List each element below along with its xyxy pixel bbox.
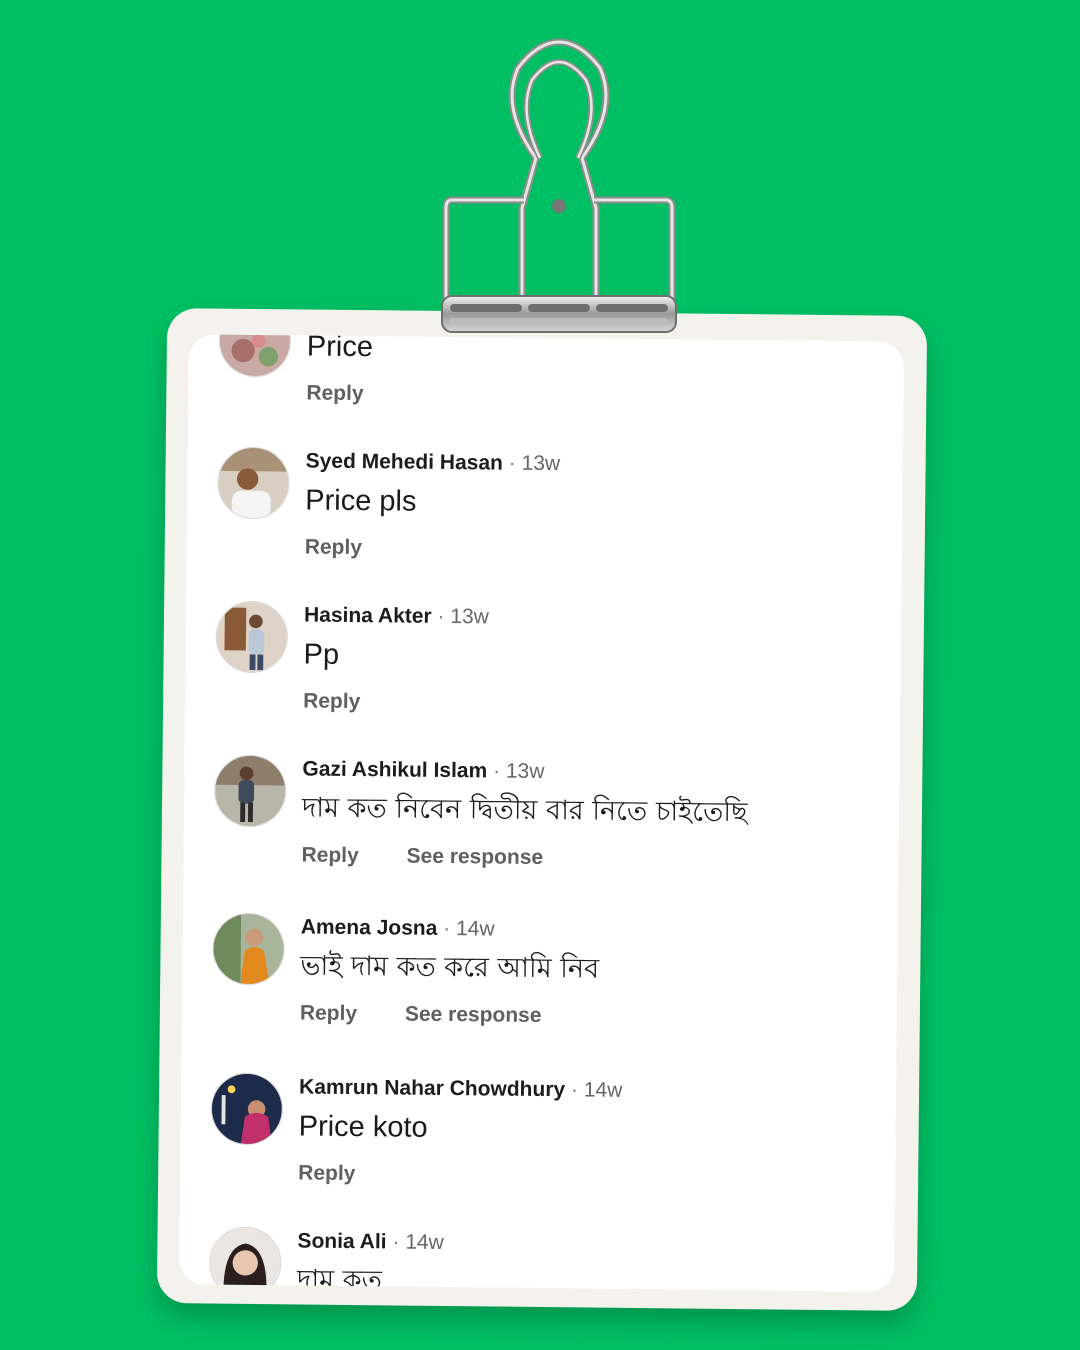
- avatar-icon: [211, 1073, 283, 1145]
- avatar-icon: [218, 447, 289, 519]
- comment-time: 13w: [505, 759, 545, 784]
- comment-item: Kamrun Nahar Chowdhury · 14w Price koto …: [181, 1072, 896, 1185]
- avatar[interactable]: [213, 754, 287, 828]
- comment-text: Price koto: [298, 1110, 428, 1144]
- avatar[interactable]: [215, 600, 289, 674]
- separator: ·: [492, 759, 501, 783]
- comment-time: 14w: [455, 917, 495, 941]
- comment-author[interactable]: Gazi Ashikul Islam: [302, 757, 487, 782]
- comment-text: Price pls: [305, 484, 417, 518]
- avatar[interactable]: [208, 1226, 282, 1292]
- comment-item: Hasina Akter · 13w Pp Reply: [186, 600, 901, 713]
- reply-button[interactable]: Reply: [306, 380, 363, 409]
- reply-button[interactable]: Reply: [303, 687, 360, 716]
- separator: ·: [443, 916, 451, 941]
- avatar-icon: [209, 1227, 281, 1292]
- comment-item: Amena Josna · 14w ভাই দাম কত করে আমি নিব…: [183, 912, 898, 1027]
- reply-button[interactable]: Reply: [305, 534, 362, 563]
- comment-time: 13w: [450, 605, 490, 629]
- comment-item: Sonia Ali · 14w দাম কত: [180, 1226, 895, 1292]
- comment-time: 14w: [583, 1078, 623, 1102]
- comments-card: Price Reply Syed Mehedi Hasan · 13w Pric…: [179, 334, 904, 1292]
- comment-text: ভাই দাম কত করে আমি নিব: [300, 950, 600, 985]
- comment-time: 14w: [405, 1230, 444, 1254]
- comment-item: Gazi Ashikul Islam · 13w দাম কত নিবেন দ্…: [185, 754, 900, 869]
- comment-text: দাম কত নিবেন দ্বিতীয় বার নিতে চাইতেছি: [301, 792, 748, 829]
- comment-author[interactable]: Amena Josna: [301, 915, 438, 939]
- comment-author[interactable]: Hasina Akter: [304, 604, 432, 628]
- separator: ·: [508, 451, 516, 475]
- avatar[interactable]: [212, 912, 285, 986]
- comment-author[interactable]: Sonia Ali: [297, 1229, 386, 1253]
- see-response-link[interactable]: See response: [406, 843, 543, 872]
- avatar-icon: [213, 913, 284, 985]
- separator: ·: [437, 604, 445, 628]
- separator: ·: [392, 1230, 400, 1254]
- reply-button[interactable]: Reply: [301, 841, 358, 870]
- avatar-icon: [216, 601, 288, 673]
- avatar-icon: [219, 334, 291, 377]
- comment-author[interactable]: Syed Mehedi Hasan: [306, 450, 503, 475]
- see-response-link[interactable]: See response: [405, 1001, 542, 1030]
- avatar[interactable]: [218, 334, 292, 378]
- reply-button[interactable]: Reply: [300, 999, 357, 1028]
- comment-text: Pp: [303, 638, 340, 671]
- avatar[interactable]: [210, 1072, 284, 1146]
- comment-text: Price: [306, 334, 374, 364]
- binder-clip-icon: [441, 38, 677, 333]
- comment-item: Syed Mehedi Hasan · 13w Price pls Reply: [188, 446, 903, 559]
- comment-author[interactable]: Kamrun Nahar Chowdhury: [299, 1075, 565, 1101]
- avatar-icon: [214, 755, 286, 827]
- separator: ·: [570, 1078, 579, 1102]
- avatar[interactable]: [217, 446, 290, 520]
- comment-time: 13w: [521, 451, 561, 476]
- reply-button[interactable]: Reply: [298, 1159, 355, 1188]
